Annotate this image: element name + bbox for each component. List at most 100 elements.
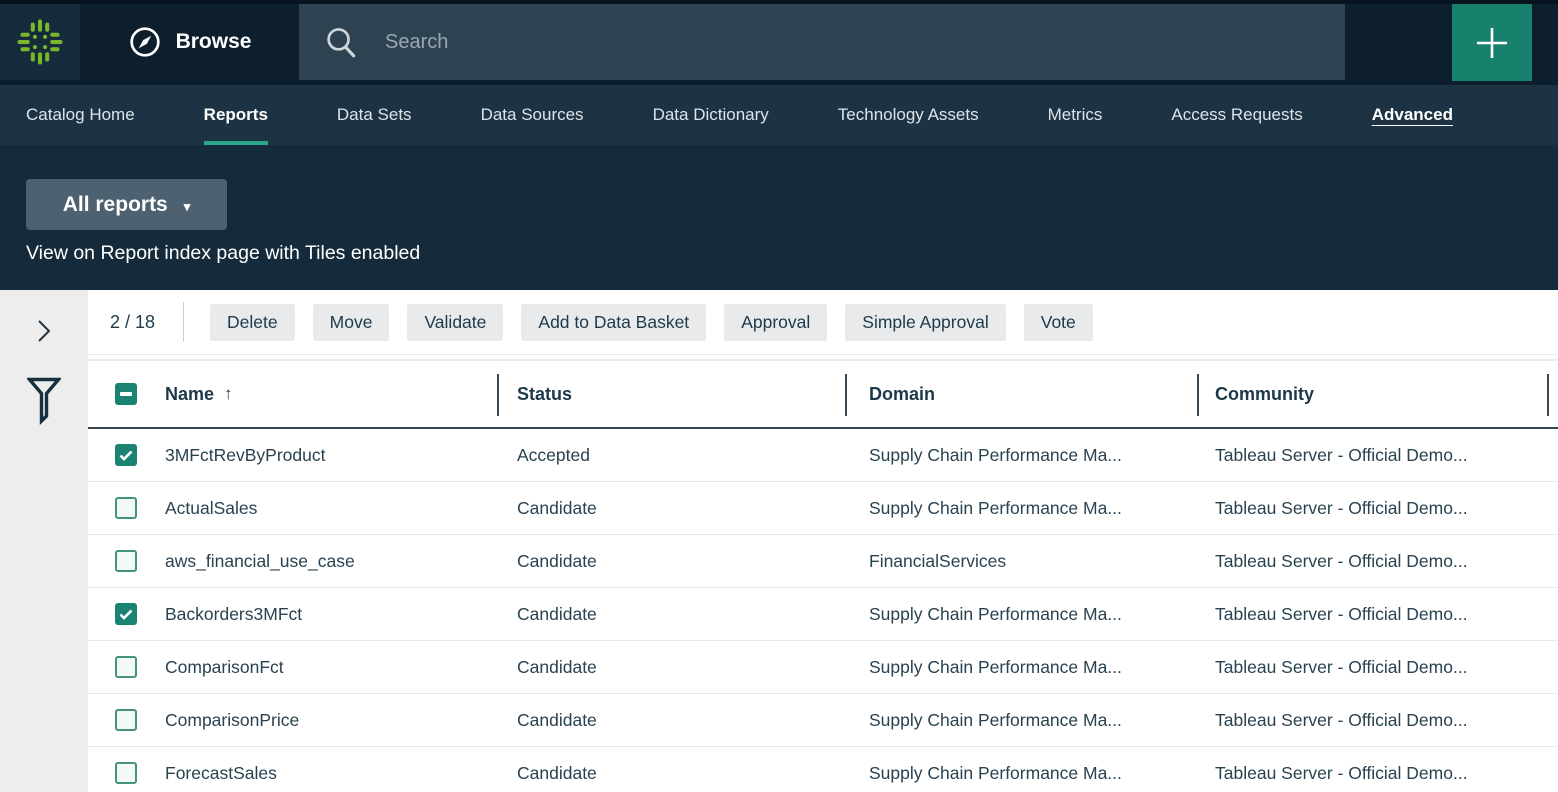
main-area: 2 / 18 Delete Move Validate Add to Data Bas… bbox=[0, 290, 1558, 792]
topbar-spacer bbox=[1345, 4, 1452, 80]
table-row[interactable]: ComparisonFct Candidate Supply Chain Per… bbox=[88, 641, 1558, 694]
column-label-name: Name bbox=[165, 384, 214, 405]
cell-status: Candidate bbox=[497, 710, 845, 731]
cell-community: Tableau Server - Official Demo... bbox=[1197, 604, 1549, 625]
row-checkbox[interactable] bbox=[115, 603, 137, 625]
toolbar-button-approval[interactable]: Approval bbox=[724, 304, 827, 341]
row-checkbox[interactable] bbox=[115, 444, 137, 466]
tab-data-sets[interactable]: Data Sets bbox=[337, 85, 412, 145]
tab-access-requests[interactable]: Access Requests bbox=[1171, 85, 1302, 145]
column-label-status: Status bbox=[517, 384, 572, 405]
browse-menu[interactable]: Browse bbox=[80, 4, 299, 80]
cell-name[interactable]: ActualSales bbox=[165, 498, 497, 519]
table-row[interactable]: 3MFctRevByProduct Accepted Supply Chain … bbox=[88, 429, 1558, 482]
filter-funnel-icon bbox=[27, 377, 61, 425]
table-row[interactable]: Backorders3MFct Candidate Supply Chain P… bbox=[88, 588, 1558, 641]
tab-metrics[interactable]: Metrics bbox=[1048, 85, 1103, 145]
indeterminate-icon bbox=[120, 392, 132, 396]
cell-name[interactable]: aws_financial_use_case bbox=[165, 551, 497, 572]
cell-domain: Supply Chain Performance Ma... bbox=[845, 657, 1197, 678]
toolbar-button-move[interactable]: Move bbox=[313, 304, 390, 341]
header-cell-name[interactable]: Name ↑ bbox=[165, 361, 497, 427]
nav-tab-label: Advanced bbox=[1372, 105, 1453, 125]
selection-count: 2 / 18 bbox=[110, 312, 155, 333]
browse-label: Browse bbox=[176, 30, 252, 54]
cell-status: Accepted bbox=[497, 445, 845, 466]
header-cell-status[interactable]: Status bbox=[497, 361, 845, 427]
search-box bbox=[299, 4, 1345, 80]
cell-name[interactable]: ForecastSales bbox=[165, 763, 497, 784]
select-all-checkbox[interactable] bbox=[115, 383, 137, 405]
row-checkbox[interactable] bbox=[115, 497, 137, 519]
add-asset-button[interactable] bbox=[1452, 4, 1532, 81]
cell-community: Tableau Server - Official Demo... bbox=[1197, 445, 1549, 466]
cell-status: Candidate bbox=[497, 604, 845, 625]
nav-tab-label: Data Sources bbox=[481, 105, 584, 125]
sort-asc-icon: ↑ bbox=[224, 384, 233, 404]
reports-panel: 2 / 18 Delete Move Validate Add to Data Bas… bbox=[88, 290, 1558, 792]
nav-tab-label: Data Sets bbox=[337, 105, 412, 125]
cell-domain: Supply Chain Performance Ma... bbox=[845, 710, 1197, 731]
table-body: 3MFctRevByProduct Accepted Supply Chain … bbox=[88, 429, 1558, 792]
table-row[interactable]: ComparisonPrice Candidate Supply Chain P… bbox=[88, 694, 1558, 747]
cell-name[interactable]: ComparisonFct bbox=[165, 657, 497, 678]
nav-tab-label: Access Requests bbox=[1171, 105, 1302, 125]
page-subtitle: View on Report index page with Tiles ena… bbox=[26, 242, 1558, 265]
table-row[interactable]: ForecastSales Candidate Supply Chain Per… bbox=[88, 747, 1558, 792]
row-checkbox[interactable] bbox=[115, 762, 137, 784]
header-cell-community[interactable]: Community bbox=[1197, 361, 1549, 427]
toolbar-button-validate[interactable]: Validate bbox=[407, 304, 503, 341]
toolbar-button-simple-approval[interactable]: Simple Approval bbox=[845, 304, 1005, 341]
sidebar-expand-button[interactable] bbox=[31, 314, 57, 351]
row-checkbox[interactable] bbox=[115, 550, 137, 572]
cell-community: Tableau Server - Official Demo... bbox=[1197, 710, 1549, 731]
collibra-logo-icon bbox=[14, 16, 66, 68]
compass-icon bbox=[128, 25, 162, 59]
chevron-right-icon bbox=[35, 318, 53, 344]
cell-name[interactable]: ComparisonPrice bbox=[165, 710, 497, 731]
checkmark-icon bbox=[119, 609, 133, 620]
toolbar-button-vote[interactable]: Vote bbox=[1024, 304, 1093, 341]
toolbar-button-delete[interactable]: Delete bbox=[210, 304, 295, 341]
nav-tab-label: Metrics bbox=[1048, 105, 1103, 125]
app-window: Browse Catalog Home Reports Data Sets bbox=[0, 0, 1558, 792]
tab-technology-assets[interactable]: Technology Assets bbox=[838, 85, 979, 145]
tab-catalog-home[interactable]: Catalog Home bbox=[26, 85, 135, 145]
table-row[interactable]: aws_financial_use_case Candidate Financi… bbox=[88, 535, 1558, 588]
filter-sidebar bbox=[0, 290, 88, 792]
cell-domain: Supply Chain Performance Ma... bbox=[845, 604, 1197, 625]
cell-domain: Supply Chain Performance Ma... bbox=[845, 498, 1197, 519]
header-cell-filler bbox=[1549, 361, 1558, 427]
tab-advanced[interactable]: Advanced bbox=[1372, 85, 1453, 145]
column-label-community: Community bbox=[1215, 384, 1314, 405]
row-checkbox[interactable] bbox=[115, 709, 137, 731]
toolbar-button-add-to-data-basket[interactable]: Add to Data Basket bbox=[521, 304, 706, 341]
table-header: Name ↑ Status Domain Community bbox=[88, 359, 1558, 429]
nav-tab-label: Catalog Home bbox=[26, 105, 135, 125]
tab-reports[interactable]: Reports bbox=[204, 85, 268, 145]
page-header: All reports ▾ View on Report index page … bbox=[0, 145, 1558, 290]
search-input[interactable] bbox=[299, 4, 1345, 80]
cell-status: Candidate bbox=[497, 551, 845, 572]
cell-name[interactable]: 3MFctRevByProduct bbox=[165, 445, 497, 466]
row-checkbox[interactable] bbox=[115, 656, 137, 678]
cell-community: Tableau Server - Official Demo... bbox=[1197, 551, 1549, 572]
cell-status: Candidate bbox=[497, 657, 845, 678]
cell-community: Tableau Server - Official Demo... bbox=[1197, 498, 1549, 519]
chevron-down-icon: ▾ bbox=[184, 199, 191, 215]
cell-community: Tableau Server - Official Demo... bbox=[1197, 657, 1549, 678]
tab-data-dictionary[interactable]: Data Dictionary bbox=[653, 85, 769, 145]
cell-status: Candidate bbox=[497, 763, 845, 784]
all-reports-dropdown[interactable]: All reports ▾ bbox=[26, 179, 227, 230]
cell-name[interactable]: Backorders3MFct bbox=[165, 604, 497, 625]
top-bar: Browse bbox=[0, 0, 1558, 85]
toolbar-buttons: Delete Move Validate Add to Data Basket Appr… bbox=[210, 304, 1093, 341]
filter-button[interactable] bbox=[23, 373, 65, 432]
cell-domain: Supply Chain Performance Ma... bbox=[845, 763, 1197, 784]
checkmark-icon bbox=[119, 450, 133, 461]
table-row[interactable]: ActualSales Candidate Supply Chain Perfo… bbox=[88, 482, 1558, 535]
tab-data-sources[interactable]: Data Sources bbox=[481, 85, 584, 145]
plus-icon bbox=[1472, 23, 1512, 63]
header-cell-domain[interactable]: Domain bbox=[845, 361, 1197, 427]
app-logo[interactable] bbox=[0, 4, 80, 80]
